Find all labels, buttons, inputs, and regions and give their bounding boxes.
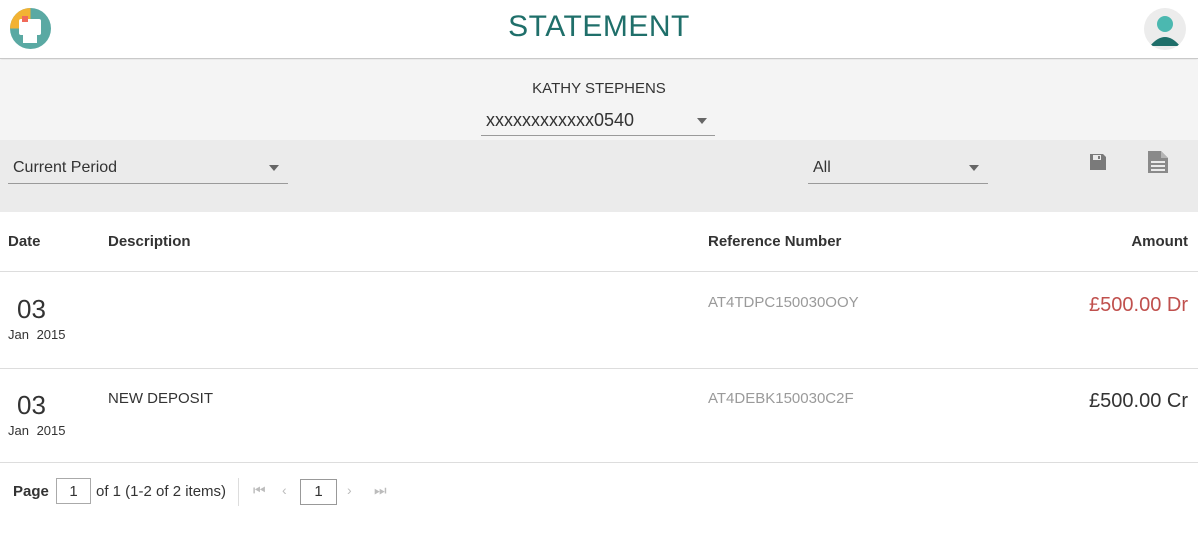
chevron-down-icon xyxy=(697,118,707,124)
current-page-button[interactable]: 1 xyxy=(300,479,337,505)
previous-page-icon[interactable]: ‹ xyxy=(282,482,287,498)
transaction-type-select[interactable]: All xyxy=(808,152,988,184)
row-month-year: Jan 2015 xyxy=(8,327,66,342)
first-page-icon[interactable]: ⏮ xyxy=(253,482,266,499)
period-select-value: Current Period xyxy=(13,159,118,176)
document-icon[interactable] xyxy=(1147,150,1169,174)
filter-bar: Current Period All xyxy=(0,140,1198,212)
save-icon[interactable] xyxy=(1089,153,1107,171)
column-header-amount: Amount xyxy=(1131,233,1188,250)
row-description: NEW DEPOSIT xyxy=(108,390,214,407)
chevron-down-icon xyxy=(269,165,279,171)
account-panel: KATHY STEPHENS xxxxxxxxxxxx0540 xyxy=(0,60,1198,140)
divider xyxy=(0,462,1198,463)
row-reference: AT4TDPC150030OOY xyxy=(708,294,859,311)
pagination: Page of 1 (1-2 of 2 items) ⏮ ‹ 1 › ⏭ xyxy=(0,478,500,506)
row-day: 03 xyxy=(17,390,46,420)
chevron-down-icon xyxy=(969,165,979,171)
row-month-year: Jan 2015 xyxy=(8,423,66,438)
pager-summary: of 1 (1-2 of 2 items) xyxy=(96,483,227,500)
column-header-reference: Reference Number xyxy=(708,233,842,250)
account-holder-name: KATHY STEPHENS xyxy=(532,80,666,97)
app-header: STATEMENT xyxy=(0,0,1198,59)
divider xyxy=(0,271,1198,272)
transaction-type-value: All xyxy=(813,159,831,176)
row-reference: AT4DEBK150030C2F xyxy=(708,390,854,407)
period-select[interactable]: Current Period xyxy=(8,152,288,184)
divider xyxy=(0,368,1198,369)
page-number-input[interactable] xyxy=(56,478,91,504)
row-day: 03 xyxy=(17,294,46,324)
row-amount-debit: £500.00 Dr xyxy=(1089,294,1188,316)
row-amount-credit: £500.00 Cr xyxy=(1089,390,1188,412)
account-select[interactable]: xxxxxxxxxxxx0540 xyxy=(481,104,715,136)
page-title: STATEMENT xyxy=(508,10,690,43)
next-page-icon[interactable]: › xyxy=(347,482,352,498)
user-avatar-icon[interactable] xyxy=(1144,8,1186,50)
divider xyxy=(238,478,239,506)
last-page-icon[interactable]: ⏭ xyxy=(374,482,387,499)
column-header-description: Description xyxy=(108,233,191,250)
pager-label: Page xyxy=(13,483,49,500)
column-header-date: Date xyxy=(8,233,41,250)
account-select-value: xxxxxxxxxxxx0540 xyxy=(486,110,635,130)
